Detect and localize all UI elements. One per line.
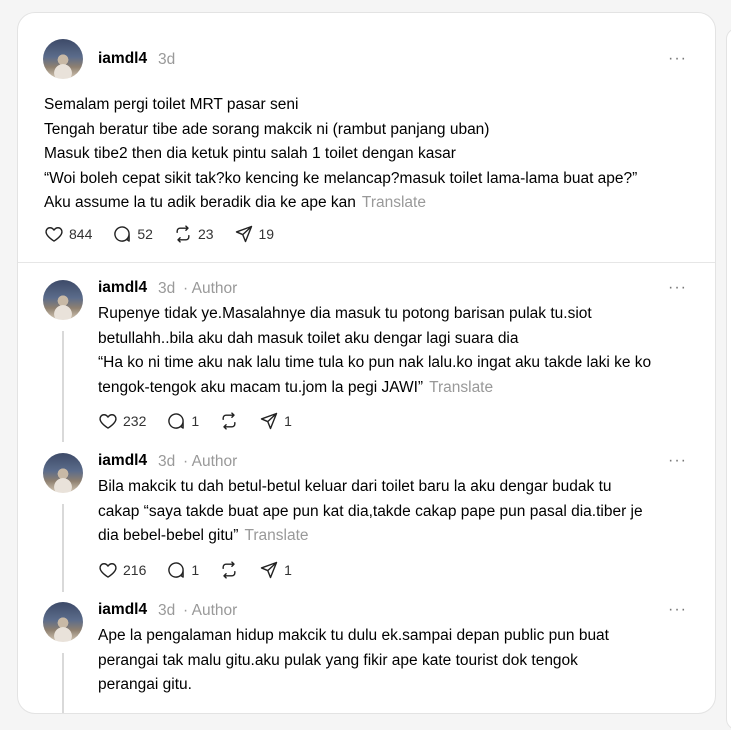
repost-button[interactable] xyxy=(219,560,239,580)
avatar[interactable] xyxy=(43,280,83,320)
reply-count: 1 xyxy=(191,562,200,578)
like-button[interactable]: 232 xyxy=(98,411,146,431)
post-time[interactable]: 3d xyxy=(158,51,175,69)
repost-icon xyxy=(176,225,190,243)
translate-link[interactable]: Translate xyxy=(362,194,426,211)
send-icon xyxy=(260,561,278,579)
reply-button[interactable]: 52 xyxy=(112,224,153,244)
author-badge: · Author xyxy=(183,280,238,297)
username[interactable]: iamdl4 xyxy=(98,452,147,470)
post-time[interactable]: 3d xyxy=(158,453,175,471)
post-time[interactable]: 3d xyxy=(158,602,175,620)
share-button[interactable]: 1 xyxy=(259,560,292,580)
adjacent-column-edge xyxy=(726,28,731,730)
reply-line: “Ha ko ni time aku nak lalu time tula ko… xyxy=(98,354,652,371)
like-count: 216 xyxy=(123,562,147,578)
thread-card: iamdl4 3d ··· Semalam pergi toilet MRT p… xyxy=(17,12,716,714)
author-badge: · Author xyxy=(183,602,238,619)
username[interactable]: iamdl4 xyxy=(98,50,147,68)
post-line: Aku assume la tu adik beradik dia ke ape… xyxy=(44,194,426,211)
thread-line xyxy=(62,653,64,713)
comment-icon xyxy=(114,226,131,242)
reply-line: Rupenye tidak ye.Masalahnye dia masuk tu… xyxy=(98,305,592,322)
post-actions: 844 52 23 19 xyxy=(44,223,294,245)
post-line: “Woi boleh cepat sikit tak?ko kencing ke… xyxy=(44,169,638,187)
share-count: 1 xyxy=(284,562,292,578)
reply-line: cakap “saya takde buat ape pun kat dia,t… xyxy=(98,502,643,520)
reply-line: Bila makcik tu dah betul-betul keluar da… xyxy=(98,478,612,495)
share-count: 19 xyxy=(258,226,275,242)
reply-count: 1 xyxy=(191,413,200,429)
author-badge: · Author xyxy=(183,453,238,470)
reply-body: Ape la pengalaman hidup makcik tu dulu e… xyxy=(98,624,609,698)
avatar[interactable] xyxy=(43,602,83,642)
more-options-icon[interactable]: ··· xyxy=(668,601,687,619)
share-count: 1 xyxy=(284,413,292,429)
thread-line xyxy=(62,331,64,442)
post-time[interactable]: 3d xyxy=(158,280,175,298)
repost-count: 23 xyxy=(197,226,214,242)
translate-link[interactable]: Translate xyxy=(429,379,493,396)
like-count: 232 xyxy=(123,413,147,429)
heart-icon xyxy=(45,227,63,242)
post-line: Semalam pergi toilet MRT pasar seni xyxy=(44,96,299,113)
reply-button[interactable]: 1 xyxy=(166,411,199,431)
like-count: 844 xyxy=(69,226,93,242)
reply-body: Rupenye tidak ye.Masalahnye dia masuk tu… xyxy=(98,302,651,400)
send-icon xyxy=(260,412,278,430)
divider xyxy=(18,262,715,263)
repost-icon xyxy=(222,561,236,579)
more-options-icon[interactable]: ··· xyxy=(668,279,687,297)
reply-actions: 216 1 1 xyxy=(98,559,312,581)
reply-button[interactable]: 1 xyxy=(166,560,199,580)
heart-icon xyxy=(99,414,117,429)
reply-line: perangai gitu. xyxy=(98,676,192,693)
comment-icon xyxy=(168,413,185,429)
more-options-icon[interactable]: ··· xyxy=(668,452,687,470)
reply-line: betullahh..bila aku dah masuk toilet aku… xyxy=(98,329,519,347)
share-button[interactable]: 19 xyxy=(234,224,275,244)
heart-icon xyxy=(99,563,117,578)
reply-actions: 232 1 1 xyxy=(98,410,312,432)
like-button[interactable]: 844 xyxy=(44,224,92,244)
repost-icon xyxy=(222,412,236,430)
translate-link[interactable]: Translate xyxy=(244,527,308,544)
username[interactable]: iamdl4 xyxy=(98,601,147,619)
share-button[interactable]: 1 xyxy=(259,411,292,431)
post-body: Semalam pergi toilet MRT pasar seni Teng… xyxy=(44,93,637,216)
username[interactable]: iamdl4 xyxy=(98,279,147,297)
thread-line xyxy=(62,504,64,592)
avatar[interactable] xyxy=(43,39,83,79)
repost-button[interactable] xyxy=(219,411,239,431)
like-button[interactable]: 216 xyxy=(98,560,146,580)
avatar[interactable] xyxy=(43,453,83,493)
reply-line: dia bebel-bebel gitu” Translate xyxy=(98,527,309,544)
reply-count: 52 xyxy=(137,226,153,242)
reply-line: perangai tak malu gitu.aku pulak yang fi… xyxy=(98,651,578,669)
reply-body: Bila makcik tu dah betul-betul keluar da… xyxy=(98,475,643,549)
more-options-icon[interactable]: ··· xyxy=(668,50,687,68)
reply-line: Ape la pengalaman hidup makcik tu dulu e… xyxy=(98,627,609,644)
post-line: Masuk tibe2 then dia ketuk pintu salah 1… xyxy=(44,145,456,162)
comment-icon xyxy=(168,562,185,578)
repost-button[interactable]: 23 xyxy=(173,224,214,244)
reply-line: tengok-tengok aku macam tu.jom la pegi J… xyxy=(98,378,494,396)
send-icon xyxy=(235,225,252,243)
post-line: Tengah beratur tibe ade sorang makcik ni… xyxy=(44,120,490,138)
